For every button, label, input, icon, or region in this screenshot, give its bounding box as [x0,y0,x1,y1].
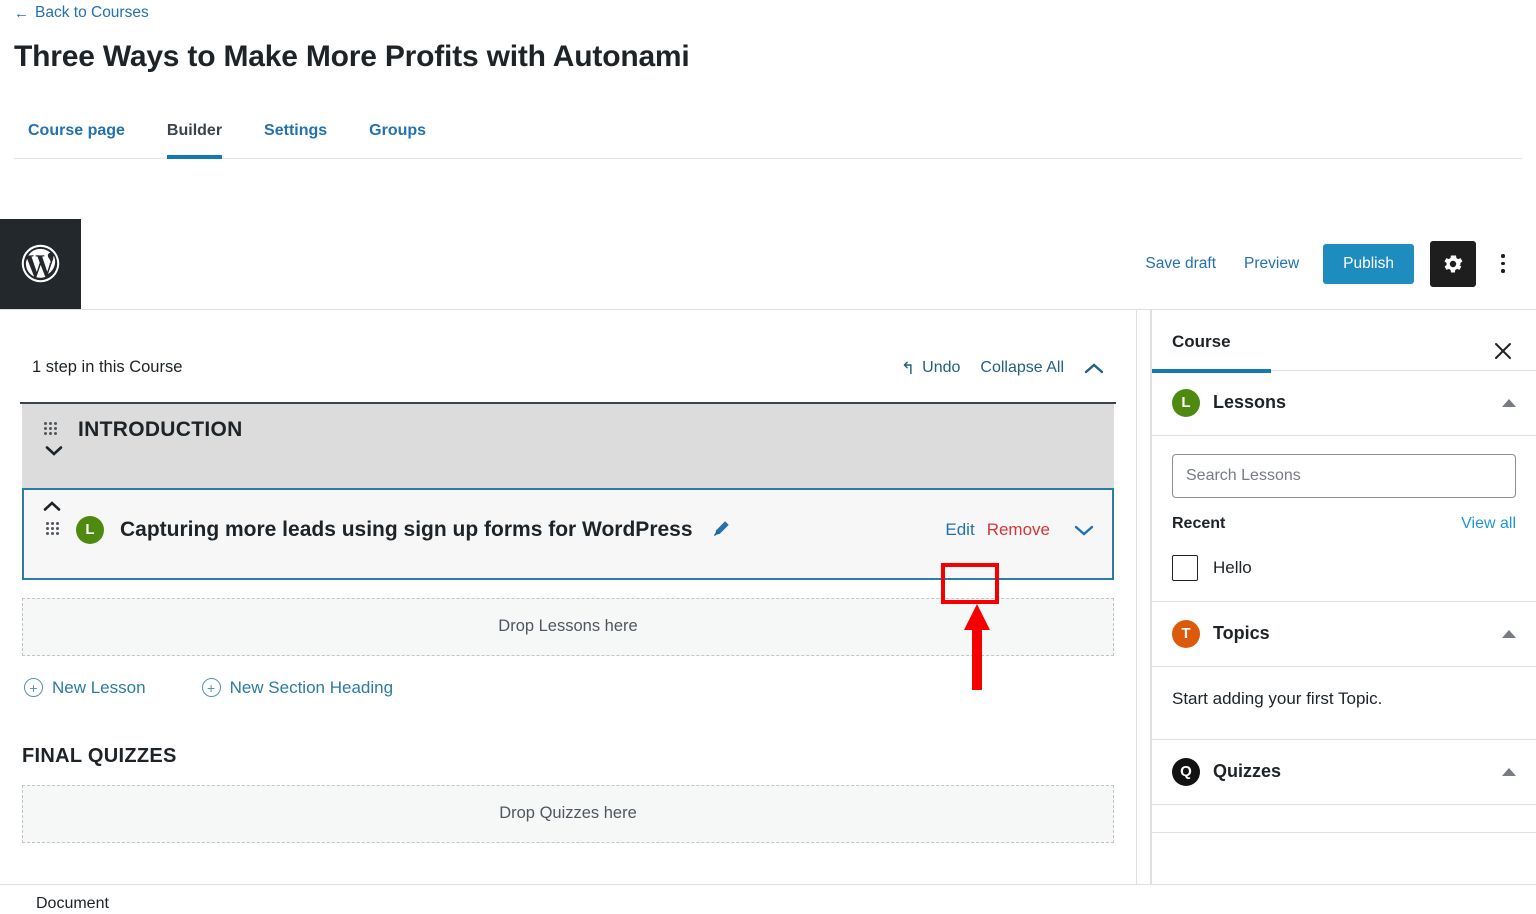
sidebar-section-lessons-label: Lessons [1213,392,1287,412]
course-builder: 1 step in this Course ↰ Undo Collapse Al… [0,310,1136,843]
drag-handle-icon[interactable] [46,521,60,538]
tab-builder[interactable]: Builder [146,122,243,159]
builder-tools: ↰ Undo Collapse All [901,358,1104,378]
course-sidebar: Course L Lessons Recent View all Hello [1151,309,1536,884]
sidebar-section-quizzes-label: Quizzes [1213,761,1282,781]
edit-wrap: Edit [941,520,978,540]
list-item-label: Hello [1213,557,1252,577]
drag-handle-icon[interactable] [44,421,58,438]
lesson-chevron-up-icon[interactable] [42,498,64,516]
step-count-label: 1 step in this Course [32,358,183,376]
edit-lesson-button[interactable]: Edit [945,520,974,539]
new-lesson-label: New Lesson [52,677,146,697]
tab-groups[interactable]: Groups [348,122,447,158]
lesson-row-inner: L Capturing more leads using sign up for… [46,515,1096,544]
triangle-up-icon[interactable] [1502,398,1516,407]
tab-settings[interactable]: Settings [243,122,348,158]
builder-pane: 1 step in this Course ↰ Undo Collapse Al… [0,309,1137,884]
recent-row: Recent View all [1172,515,1516,533]
section-chevron-down-icon[interactable] [44,442,66,460]
topics-badge-icon: T [1172,619,1200,648]
course-tabbar: Course page Builder Settings Groups [14,98,1522,159]
sidebar-lessons-body: Recent View all Hello [1152,436,1536,602]
collapse-all-chevron-up-icon[interactable] [1084,358,1104,378]
editor-scroll-gutter[interactable] [1137,309,1151,884]
search-lessons-input[interactable] [1172,453,1516,498]
lms-header: ← Back to Courses Three Ways to Make Mor… [0,0,1536,159]
undo-button[interactable]: ↰ Undo [900,358,961,378]
sidebar-section-topics[interactable]: T Topics [1152,602,1536,667]
remove-lesson-button[interactable]: Remove [987,520,1050,540]
preview-button[interactable]: Preview [1230,247,1313,281]
close-x-icon[interactable] [1490,338,1516,364]
toolbar-actions: Save draft Preview Publish [81,219,1536,309]
section-heading-label: INTRODUCTION [78,417,243,441]
lesson-row[interactable]: L Capturing more leads using sign up for… [22,487,1114,580]
page-title: Three Ways to Make More Profits with Aut… [14,39,690,73]
section-heading-introduction[interactable]: INTRODUCTION [22,403,1114,488]
editor-status-bar: Document [0,883,1536,914]
builder-body: INTRODUCTION L Capturing more leads usin… [20,403,1116,843]
section-heading-row: INTRODUCTION [44,418,1092,442]
new-lesson-button[interactable]: + New Lesson [24,678,146,698]
back-to-courses-link[interactable]: ← Back to Courses [14,0,149,22]
back-to-courses-label: Back to Courses [35,4,149,21]
sidebar-header: Course [1152,310,1536,373]
tab-course-page[interactable]: Course page [14,122,146,158]
sidebar-tab-course[interactable]: Course [1152,332,1270,373]
sidebar-section-lessons[interactable]: L Lessons [1152,371,1536,436]
lesson-main: L Capturing more leads using sign up for… [46,515,941,544]
kebab-dot [1501,269,1505,273]
plus-circle-icon: + [201,678,221,697]
new-section-heading-button[interactable]: + New Section Heading [201,677,394,698]
plus-circle-icon: + [24,678,43,697]
lesson-actions: Edit Remove [941,520,1096,540]
drop-quizzes-label: Drop Quizzes here [499,804,637,822]
save-draft-button[interactable]: Save draft [1131,247,1230,281]
kebab-dot [1501,261,1505,266]
triangle-up-icon[interactable] [1502,629,1516,638]
quizzes-body-stub [1152,805,1536,833]
editor-toolbar: Save draft Preview Publish [0,218,1536,310]
triangle-up-icon[interactable] [1502,767,1516,776]
drop-quizzes-zone[interactable]: Drop Quizzes here [22,784,1114,843]
sidebar-section-topics-label: Topics [1213,623,1270,643]
drop-lessons-label: Drop Lessons here [498,617,638,635]
drop-lessons-zone[interactable]: Drop Lessons here [22,597,1114,656]
publish-button[interactable]: Publish [1323,243,1414,284]
topics-empty-text: Start adding your first Topic. [1152,667,1536,740]
lesson-badge-icon: L [76,515,104,544]
undo-arrow-icon: ↰ [900,359,916,378]
new-section-heading-label: New Section Heading [229,677,394,697]
sidebar-section-quizzes[interactable]: Q Quizzes [1152,740,1536,805]
settings-gear-button[interactable] [1430,240,1476,287]
main-split: 1 step in this Course ↰ Undo Collapse Al… [0,309,1536,884]
pencil-edit-icon[interactable] [711,519,733,541]
more-options-button[interactable] [1486,243,1520,285]
quizzes-badge-icon: Q [1172,757,1200,786]
builder-toolbar: 1 step in this Course ↰ Undo Collapse Al… [20,310,1116,378]
lesson-checkbox[interactable] [1172,554,1198,581]
wordpress-logo-icon[interactable] [0,218,81,309]
gear-icon [1444,255,1463,272]
lessons-badge-icon: L [1172,388,1200,417]
undo-label: Undo [922,358,961,376]
final-quizzes-heading: FINAL QUIZZES [22,744,177,767]
view-all-link[interactable]: View all [1461,515,1516,533]
lesson-title: Capturing more leads using sign up forms… [120,517,693,541]
list-item[interactable]: Hello [1172,554,1516,581]
collapse-all-label: Collapse All [980,358,1064,376]
recent-label: Recent [1172,514,1226,532]
lesson-expand-chevron-down-icon[interactable] [1072,523,1096,537]
kebab-dot [1501,254,1505,258]
back-arrow-icon: ← [14,4,29,22]
collapse-all-button[interactable]: Collapse All [980,359,1064,377]
builder-add-actions: + New Lesson + New Section Heading [22,656,1114,698]
document-breadcrumb[interactable]: Document [36,895,109,913]
